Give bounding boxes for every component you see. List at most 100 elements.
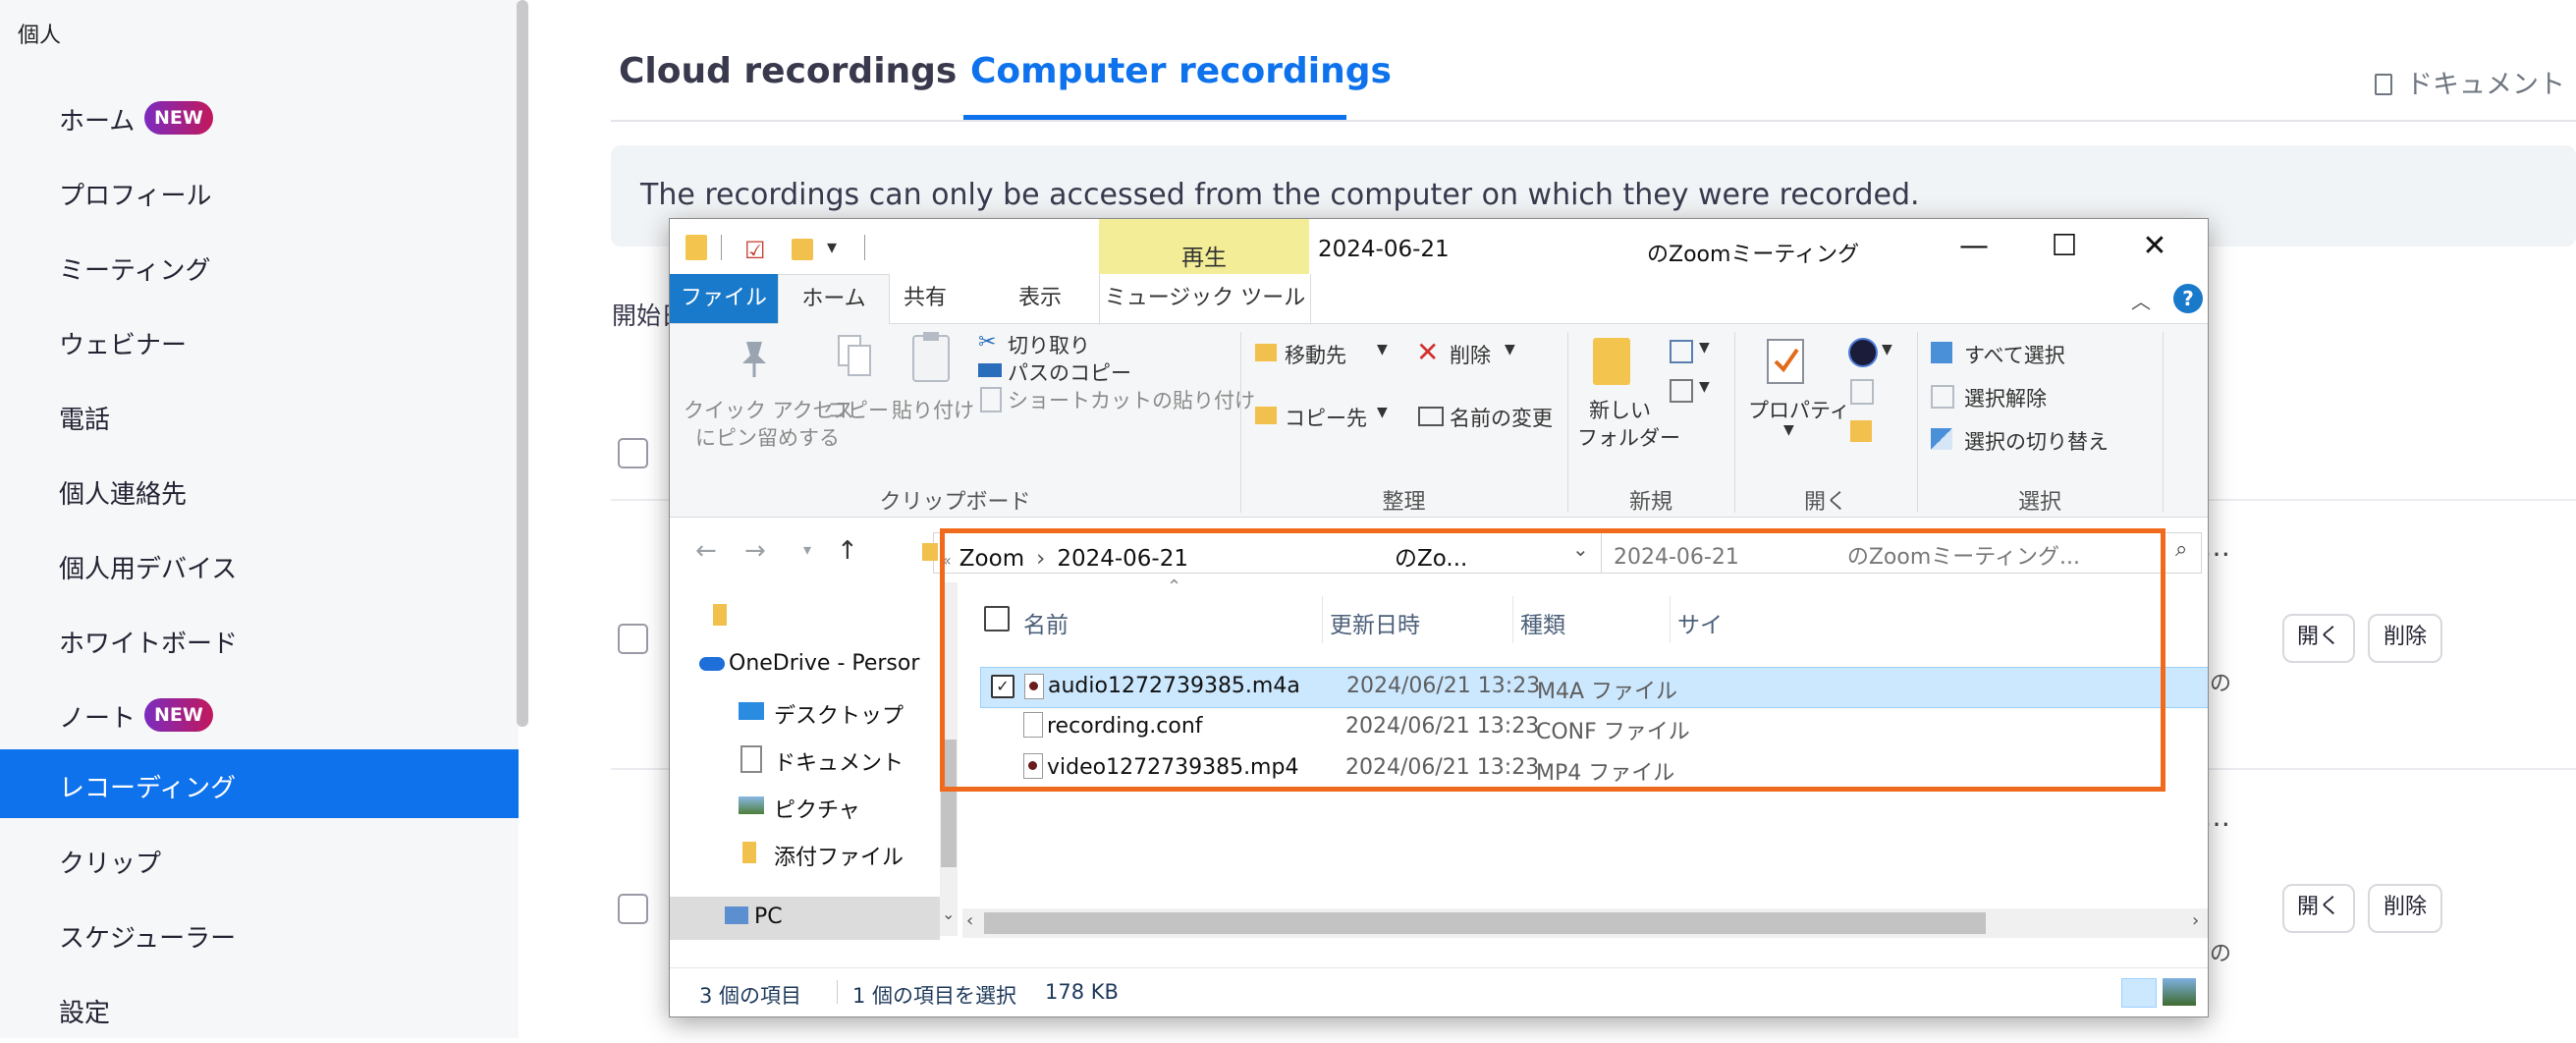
edit-button[interactable] bbox=[1848, 377, 1878, 407]
pc-icon bbox=[725, 906, 748, 924]
back-icon[interactable]: ← bbox=[695, 536, 717, 566]
collapse-ribbon-icon[interactable]: ︿ bbox=[2131, 286, 2151, 314]
sidebar-item-meetings[interactable]: ミーティング bbox=[0, 232, 519, 301]
select-none-button[interactable]: 選択解除 bbox=[1931, 383, 2127, 412]
invert-selection-label: 選択の切り替え bbox=[1964, 430, 2109, 454]
paste-button[interactable]: 貼り付け bbox=[888, 324, 976, 481]
sidebar-item-webinars[interactable]: ウェビナー bbox=[0, 306, 519, 375]
cut-button[interactable]: ✂ 切り取り bbox=[978, 330, 1135, 359]
close-icon[interactable]: ✕ bbox=[2110, 219, 2200, 274]
dropdown-arrow-icon: ▼ bbox=[1377, 405, 1388, 420]
horizontal-scrollbar[interactable]: ‹ › bbox=[962, 908, 2208, 938]
sidebar-item-scheduler[interactable]: スケジューラー bbox=[0, 900, 519, 968]
sidebar-item-label: スケジューラー bbox=[59, 924, 237, 954]
select-all-label: すべて選択 bbox=[1964, 344, 2065, 367]
copy-to-button[interactable]: コピー先 ▼ bbox=[1255, 403, 1402, 434]
customize-qat-icon[interactable]: ▾ bbox=[827, 235, 837, 258]
tab-computer-recordings[interactable]: Computer recordings bbox=[970, 51, 1392, 91]
sidebar-item-recordings[interactable]: レコーディング bbox=[0, 749, 519, 818]
desktop-icon bbox=[739, 702, 764, 720]
selection-size: 178 KB bbox=[1045, 980, 1119, 1004]
history-button[interactable] bbox=[1848, 418, 1878, 448]
dropdown-arrow-icon: ▼ bbox=[1699, 379, 1710, 395]
new-folder-button[interactable]: 新しい フォルダー bbox=[1573, 324, 1680, 481]
sidebar-item-contacts[interactable]: 個人連絡先 bbox=[0, 456, 519, 524]
details-view-icon[interactable] bbox=[2121, 978, 2157, 1008]
clipboard-group-label: クリップボード bbox=[879, 490, 1031, 515]
recent-locations-icon[interactable]: ▾ bbox=[803, 540, 811, 559]
nav-item-onedrive[interactable]: OneDrive - Persor bbox=[699, 649, 945, 685]
delete-button[interactable]: 削除 bbox=[2368, 614, 2442, 663]
large-icons-view-icon[interactable] bbox=[2163, 978, 2196, 1006]
delete-ribbon-button[interactable]: ✕ 削除 ▼ bbox=[1416, 336, 1524, 371]
maximize-icon[interactable]: ☐ bbox=[2019, 219, 2110, 274]
nav-item-pc[interactable]: PC bbox=[670, 897, 940, 940]
search-icon[interactable]: ⌕ bbox=[2175, 537, 2187, 562]
row-checkbox[interactable] bbox=[618, 624, 648, 654]
up-icon[interactable]: ↑ bbox=[837, 536, 858, 566]
play-context-tab[interactable]: 再生 bbox=[1099, 219, 1309, 274]
scroll-left-icon[interactable]: ‹ bbox=[966, 910, 973, 931]
sidebar-item-settings[interactable]: 設定 bbox=[0, 974, 519, 1043]
minimize-icon[interactable]: — bbox=[1929, 219, 2019, 274]
pin-quick-access-button[interactable]: クイック アクセス にピン留めする bbox=[684, 324, 854, 481]
folder-icon bbox=[685, 235, 707, 260]
easy-access-icon bbox=[1670, 379, 1693, 403]
select-all-checkbox[interactable] bbox=[618, 438, 648, 468]
delete-button[interactable]: 削除 bbox=[2368, 884, 2442, 933]
scroll-down-icon[interactable]: ⌄ bbox=[942, 905, 955, 923]
forward-icon[interactable]: → bbox=[744, 536, 766, 566]
ribbon-tab-home[interactable]: ホーム bbox=[778, 274, 890, 324]
horizontal-scroll-thumb[interactable] bbox=[984, 912, 1986, 934]
properties-qat-icon[interactable]: ☑ bbox=[744, 237, 766, 264]
clipboard-icon bbox=[912, 332, 950, 382]
help-icon[interactable]: ? bbox=[2173, 284, 2203, 313]
open-button[interactable]: 開く bbox=[2282, 614, 2355, 663]
row-checkbox[interactable] bbox=[618, 894, 648, 924]
open-button[interactable]: 開く bbox=[2282, 884, 2355, 933]
ribbon-tab-music-tools[interactable]: ミュージック ツール bbox=[1099, 274, 1311, 323]
sidebar-item-notes[interactable]: ノート NEW bbox=[0, 680, 519, 748]
move-to-button[interactable]: 移動先 ▼ bbox=[1255, 340, 1402, 371]
easy-access-button[interactable]: ▼ bbox=[1670, 377, 1715, 407]
rename-button[interactable]: 名前の変更 bbox=[1416, 403, 1563, 434]
sidebar-item-profile[interactable]: プロフィール bbox=[0, 157, 519, 226]
select-none-icon bbox=[1931, 385, 1954, 409]
documentation-link[interactable]: ドキュメント bbox=[2375, 63, 2565, 101]
window-title-name: のZoomミーティング bbox=[1647, 243, 1860, 267]
new-item-button[interactable]: ▼ bbox=[1670, 338, 1715, 367]
nav-item-pictures[interactable]: ピクチャ bbox=[739, 791, 935, 826]
status-bar: 3 個の項目 1 個の項目を選択 178 KB bbox=[670, 967, 2208, 1016]
ribbon-tab-view[interactable]: 表示 bbox=[1018, 274, 1062, 323]
open-with-button[interactable]: ▼ bbox=[1848, 338, 1907, 367]
new-folder-icon bbox=[1593, 338, 1630, 385]
sidebar-item-home[interactable]: ホーム NEW bbox=[0, 82, 519, 151]
sidebar-item-clips[interactable]: クリップ bbox=[0, 825, 519, 894]
copy-to-icon bbox=[1255, 407, 1277, 424]
folder-icon[interactable] bbox=[713, 604, 727, 626]
invert-selection-button[interactable]: 選択の切り替え bbox=[1931, 426, 2147, 456]
sidebar-item-phone[interactable]: 電話 bbox=[0, 381, 519, 450]
sidebar-scrollbar[interactable] bbox=[517, 0, 528, 727]
new-folder-qat-icon[interactable] bbox=[792, 239, 813, 260]
nav-item-desktop[interactable]: デスクトップ bbox=[739, 696, 935, 732]
scissors-icon: ✂ bbox=[978, 330, 997, 355]
select-none-label: 選択解除 bbox=[1964, 387, 2047, 411]
nav-item-documents[interactable]: ドキュメント bbox=[739, 743, 935, 779]
properties-button[interactable]: プロパティ ▼ bbox=[1740, 324, 1850, 481]
scroll-right-icon[interactable]: › bbox=[2192, 910, 2199, 931]
ribbon-tab-share[interactable]: 共有 bbox=[904, 274, 947, 323]
sidebar-item-whiteboard[interactable]: ホワイトボード bbox=[0, 605, 519, 674]
sidebar-item-devices[interactable]: 個人用デバイス bbox=[0, 530, 519, 599]
ribbon-tab-file[interactable]: ファイル bbox=[670, 274, 778, 323]
copy-path-button[interactable]: パスのコピー bbox=[978, 357, 1135, 387]
copy-button[interactable]: コピー bbox=[825, 324, 889, 481]
paste-shortcut-button[interactable]: ショートカットの貼り付け bbox=[978, 385, 1255, 414]
tab-cloud-recordings[interactable]: Cloud recordings bbox=[619, 51, 957, 91]
notice-text: The recordings can only be accessed from… bbox=[640, 178, 1920, 212]
select-all-button[interactable]: すべて選択 bbox=[1931, 340, 2127, 369]
sidebar-item-label: ノート bbox=[59, 704, 137, 734]
new-badge: NEW bbox=[144, 101, 213, 135]
copy-path-icon bbox=[978, 363, 1002, 377]
nav-item-attachments[interactable]: 添付ファイル bbox=[739, 838, 935, 873]
